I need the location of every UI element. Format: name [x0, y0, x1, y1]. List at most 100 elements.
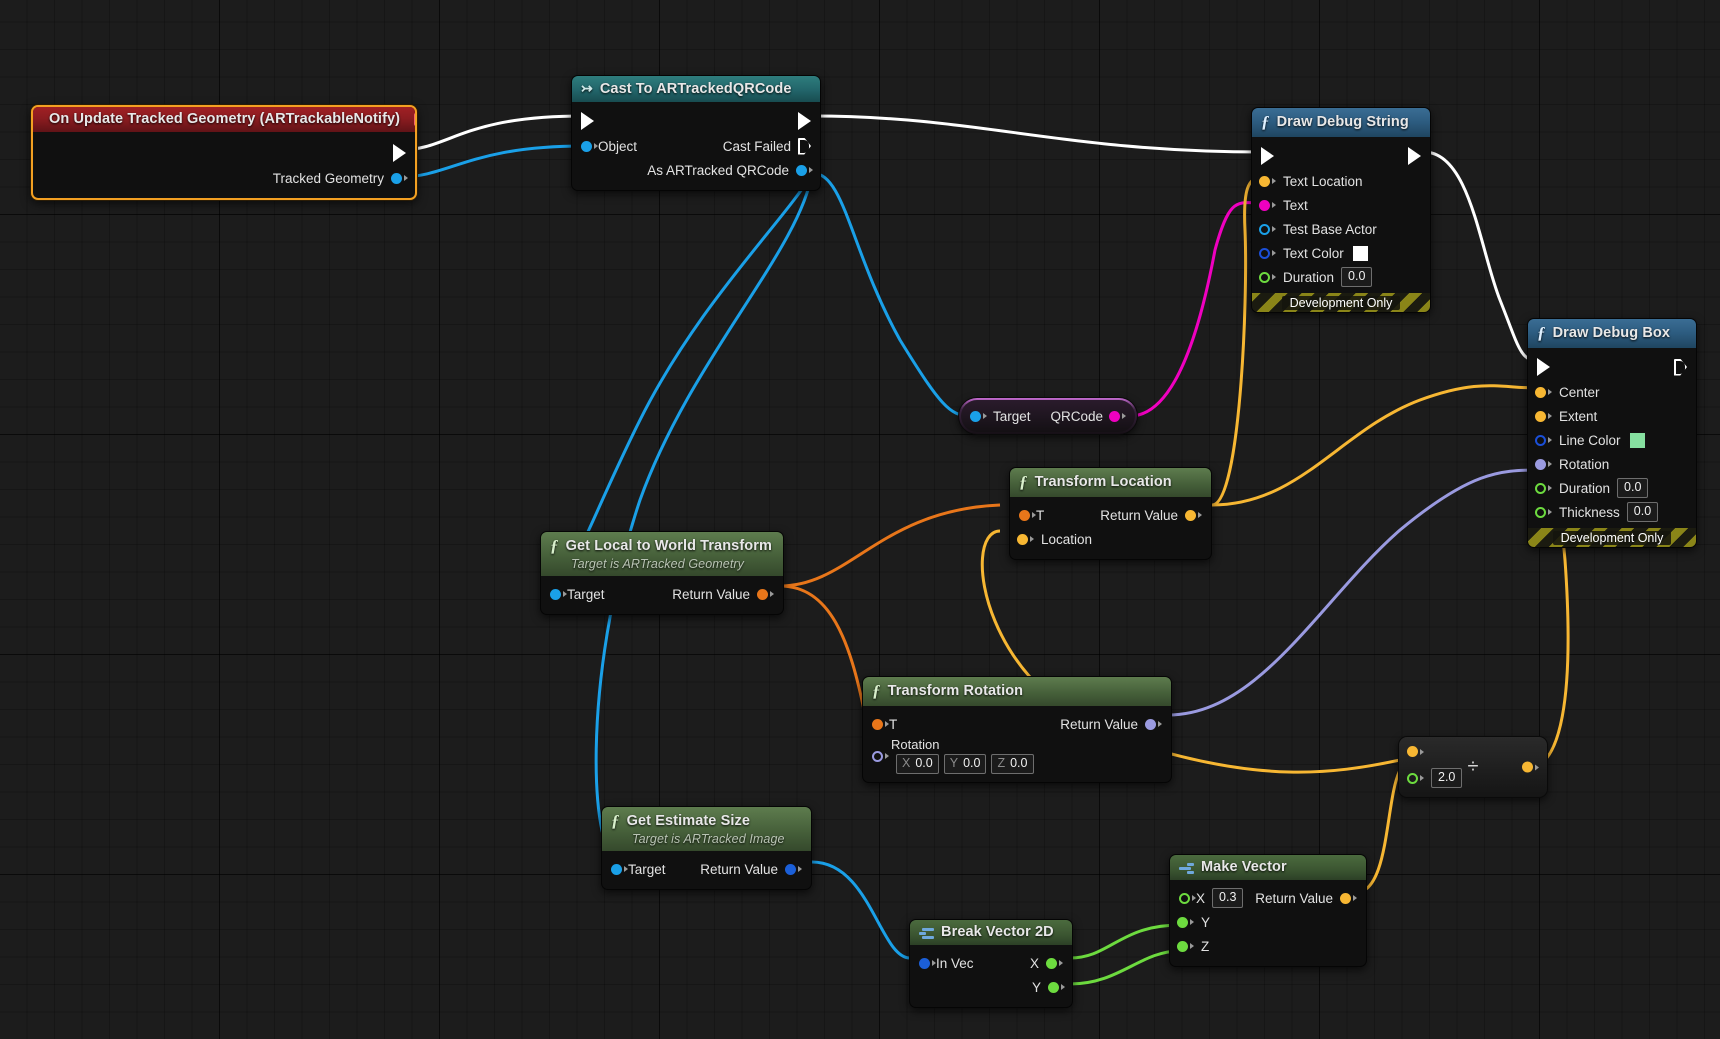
duration-value-field[interactable]: 0.0 [1617, 478, 1649, 498]
pin-row-target-returnvalue[interactable]: Target Return Value [541, 582, 783, 606]
t-input-pin[interactable] [872, 718, 889, 730]
line-color-input-pin[interactable] [1535, 434, 1552, 446]
return-value-output-pin[interactable] [1340, 892, 1357, 904]
cast-failed-exec-pin[interactable] [798, 138, 811, 155]
exec-row[interactable] [572, 108, 820, 134]
pin-label: Center [1559, 384, 1600, 400]
node-draw-debug-box[interactable]: ƒ Draw Debug Box Center Extent Line Colo… [1527, 318, 1697, 548]
pin-row-extent[interactable]: Extent [1528, 404, 1696, 428]
divide-b-input-pin[interactable] [1407, 772, 1424, 784]
node-vector-divide[interactable]: ÷ 2.0 [1398, 736, 1548, 798]
pin-row-thickness[interactable]: Thickness 0.0 [1528, 500, 1696, 524]
in-vec-input-pin[interactable] [919, 957, 936, 969]
return-value-output-pin[interactable] [1185, 509, 1202, 521]
t-input-pin[interactable] [1019, 509, 1036, 521]
y-input-pin[interactable] [1177, 916, 1194, 928]
location-input-pin[interactable] [1017, 533, 1034, 545]
rotation-y-field[interactable]: Y 0.0 [943, 754, 987, 774]
divide-output-pin[interactable] [1522, 761, 1539, 773]
development-only-footer: Development Only [1252, 293, 1430, 312]
pin-row-line-color[interactable]: Line Color [1528, 428, 1696, 452]
exec-output-pin[interactable] [798, 112, 811, 130]
pin-row-y[interactable]: Y [910, 975, 1072, 999]
thickness-input-pin[interactable] [1535, 506, 1552, 518]
node-draw-debug-string[interactable]: ƒ Draw Debug String Text Location Text T… [1251, 107, 1431, 313]
exec-output-pin[interactable] [393, 144, 406, 162]
exec-output-row[interactable] [33, 140, 415, 166]
exec-row[interactable] [1252, 143, 1430, 169]
z-input-pin[interactable] [1177, 940, 1194, 952]
return-value-output-pin[interactable] [757, 588, 774, 600]
text-input-pin[interactable] [1259, 199, 1276, 211]
x-output-pin[interactable] [1046, 957, 1063, 969]
duration-input-pin[interactable] [1259, 271, 1276, 283]
pin-row-duration[interactable]: Duration 0.0 [1252, 265, 1430, 289]
pin-row-object-castfailed[interactable]: Object Cast Failed [572, 134, 820, 158]
text-color-input-pin[interactable] [1259, 247, 1276, 259]
pin-row-as-artracked-qrcode[interactable]: As ARTracked QRCode [572, 158, 820, 182]
text-location-input-pin[interactable] [1259, 175, 1276, 187]
qrcode-output-pin[interactable] [1109, 410, 1126, 422]
pin-row-duration[interactable]: Duration 0.0 [1528, 476, 1696, 500]
thickness-value-field[interactable]: 0.0 [1626, 502, 1659, 522]
rotation-z-field[interactable]: Z 0.0 [991, 754, 1034, 774]
red-stop-icon[interactable] [414, 112, 415, 126]
rotation-input-pin[interactable] [872, 750, 889, 762]
node-get-estimate-size[interactable]: ƒ Get Estimate Size Target is ARTracked … [601, 806, 812, 890]
duration-value-field[interactable]: 0.0 [1341, 267, 1373, 287]
node-make-vector[interactable]: Make Vector X 0.3 Return Value Y Z [1169, 854, 1367, 967]
pin-row-x-returnvalue[interactable]: X 0.3 Return Value [1170, 886, 1366, 910]
pin-row-t-returnvalue[interactable]: T Return Value [1010, 503, 1211, 527]
node-get-local-to-world-transform[interactable]: ƒ Get Local to World Transform Target is… [540, 531, 784, 615]
test-base-actor-input-pin[interactable] [1259, 223, 1276, 235]
node-transform-rotation[interactable]: ƒ Transform Rotation T Return Value Rota… [862, 676, 1172, 783]
pin-row-y[interactable]: Y [1170, 910, 1366, 934]
pin-row-text-location[interactable]: Text Location [1252, 169, 1430, 193]
node-cast-to-artracked-qrcode[interactable]: ↣ Cast To ARTrackedQRCode Object Cast Fa… [571, 75, 821, 191]
center-input-pin[interactable] [1535, 386, 1552, 398]
node-transform-location[interactable]: ƒ Transform Location T Return Value Loca… [1009, 467, 1212, 560]
exec-output-pin[interactable] [1674, 359, 1687, 376]
pin-label: Duration [1559, 480, 1611, 496]
pin-row-text-color[interactable]: Text Color [1252, 241, 1430, 265]
node-on-update-tracked-geometry[interactable]: On Update Tracked Geometry (ARTrackableN… [31, 105, 417, 200]
pin-row-rotation[interactable]: Rotation [1528, 452, 1696, 476]
text-color-swatch[interactable] [1351, 244, 1369, 262]
exec-output-pin[interactable] [1408, 147, 1421, 165]
target-input-pin[interactable] [550, 588, 567, 600]
pin-row-target-returnvalue[interactable]: Target Return Value [602, 857, 811, 881]
rotation-x-field[interactable]: X 0.0 [896, 754, 939, 774]
target-input-pin[interactable] [611, 863, 628, 875]
node-header: ↣ Cast To ARTrackedQRCode [572, 76, 820, 102]
divide-b-value-field[interactable]: 2.0 [1431, 768, 1463, 788]
return-value-output-pin[interactable] [785, 863, 802, 875]
node-break-vector-2d[interactable]: Break Vector 2D In Vec X Y [909, 919, 1073, 1008]
rotation-input-pin[interactable] [1535, 458, 1552, 470]
line-color-swatch[interactable] [1628, 431, 1646, 449]
target-input-pin[interactable] [970, 410, 987, 422]
duration-input-pin[interactable] [1535, 482, 1552, 494]
pin-row-text[interactable]: Text [1252, 193, 1430, 217]
y-output-pin[interactable] [1048, 981, 1065, 993]
exec-input-pin[interactable] [581, 112, 594, 130]
pin-row-tracked-geometry[interactable]: Tracked Geometry [33, 166, 415, 190]
blueprint-graph-canvas[interactable]: On Update Tracked Geometry (ARTrackableN… [0, 0, 1720, 1039]
pin-row-location[interactable]: Location [1010, 527, 1211, 551]
x-value-field[interactable]: 0.3 [1212, 888, 1244, 908]
exec-input-pin[interactable] [1537, 358, 1550, 376]
object-input-pin[interactable] [581, 140, 598, 152]
divide-a-input-pin[interactable] [1407, 746, 1424, 757]
pin-row-test-base-actor[interactable]: Test Base Actor [1252, 217, 1430, 241]
return-value-output-pin[interactable] [1145, 718, 1162, 730]
as-artracked-qrcode-output-pin[interactable] [796, 164, 813, 176]
x-input-pin[interactable] [1179, 892, 1196, 904]
exec-row[interactable] [1528, 354, 1696, 380]
node-get-qrcode[interactable]: Target QRCode [958, 397, 1138, 435]
pin-row-z[interactable]: Z [1170, 934, 1366, 958]
pin-row-invec-x[interactable]: In Vec X [910, 951, 1072, 975]
extent-input-pin[interactable] [1535, 410, 1552, 422]
tracked-geometry-output-pin[interactable] [391, 172, 408, 184]
exec-input-pin[interactable] [1261, 147, 1274, 165]
pin-row-t-returnvalue[interactable]: T Return Value [863, 712, 1171, 736]
pin-row-center[interactable]: Center [1528, 380, 1696, 404]
